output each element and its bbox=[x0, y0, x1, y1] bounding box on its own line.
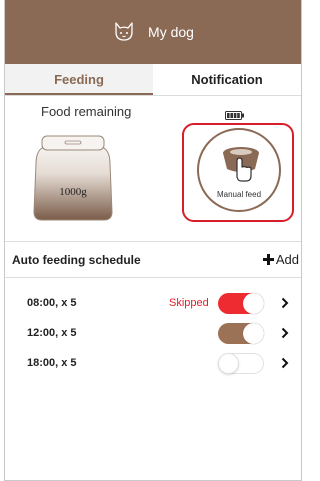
schedule-title: Auto feeding schedule bbox=[12, 253, 141, 267]
manual-feed-button[interactable]: Manual feed bbox=[197, 128, 281, 212]
schedule-row[interactable]: 08:00, x 5 Skipped bbox=[5, 289, 301, 319]
chevron-right-icon[interactable] bbox=[281, 357, 289, 369]
schedule-time: 12:00, x 5 bbox=[27, 327, 77, 339]
schedule-time: 18:00, x 5 bbox=[27, 357, 77, 369]
schedule-row[interactable]: 18:00, x 5 bbox=[5, 349, 301, 379]
schedule-toggle[interactable] bbox=[218, 353, 264, 374]
food-remaining-label: Food remaining bbox=[41, 104, 132, 119]
manual-feed-icon bbox=[223, 147, 259, 182]
status-skipped: Skipped bbox=[169, 297, 209, 309]
schedule-header: Auto feeding schedule Add bbox=[5, 241, 301, 278]
schedule-time: 08:00, x 5 bbox=[27, 297, 77, 309]
toggle-knob bbox=[218, 353, 239, 374]
add-schedule-button[interactable]: Add bbox=[262, 252, 299, 267]
tab-bar: Feeding Notification bbox=[5, 64, 301, 96]
food-remaining-value: 1000g bbox=[59, 186, 87, 198]
add-label: Add bbox=[275, 252, 299, 267]
manual-feed-highlight: Manual feed bbox=[182, 123, 294, 222]
app-header: My dog bbox=[5, 0, 301, 64]
tab-feeding[interactable]: Feeding bbox=[5, 64, 153, 95]
tab-notification[interactable]: Notification bbox=[153, 64, 301, 95]
food-container-icon: 1000g bbox=[30, 134, 116, 224]
schedule-toggle[interactable] bbox=[218, 323, 264, 344]
app-screen: My dog Feeding Notification Food remaini… bbox=[4, 0, 302, 481]
chevron-right-icon[interactable] bbox=[281, 327, 289, 339]
schedule-row[interactable]: 12:00, x 5 bbox=[5, 319, 301, 349]
manual-feed-label: Manual feed bbox=[216, 190, 262, 199]
page-title: My dog bbox=[148, 24, 194, 40]
plus-icon bbox=[262, 254, 274, 265]
chevron-right-icon[interactable] bbox=[281, 297, 289, 309]
schedule-toggle[interactable] bbox=[218, 293, 264, 314]
food-section: Food remaining 1000g Manual feed bbox=[5, 96, 301, 241]
toggle-knob bbox=[243, 323, 264, 344]
cat-icon bbox=[112, 21, 136, 43]
toggle-knob bbox=[243, 293, 264, 314]
